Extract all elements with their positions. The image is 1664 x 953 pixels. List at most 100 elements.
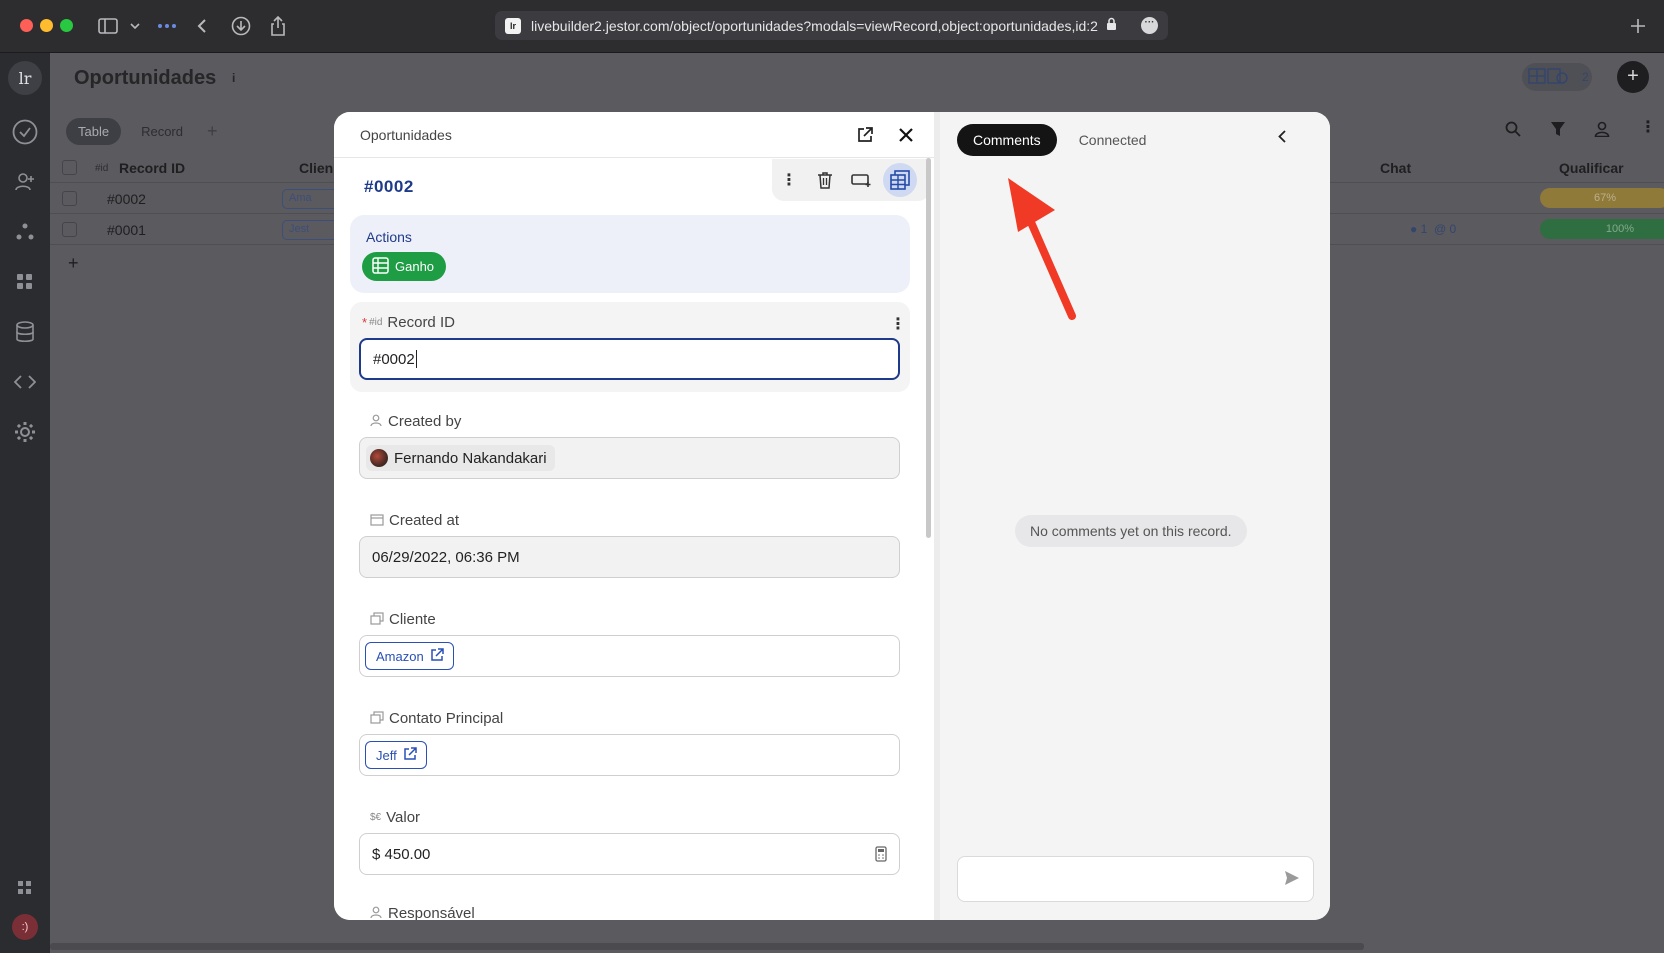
- url-text: livebuilder2.jestor.com/object/oportunid…: [531, 17, 1098, 34]
- more-options-icon[interactable]: ⋮: [1640, 117, 1656, 137]
- lock-icon: [1106, 17, 1117, 34]
- comment-input[interactable]: [957, 856, 1314, 902]
- row-progress-bar: 67%: [1540, 188, 1664, 208]
- text-caret: [415, 350, 417, 368]
- sidebar-toggle-icon[interactable]: [96, 13, 120, 39]
- views-selector[interactable]: 2: [1522, 63, 1592, 91]
- user-avatar[interactable]: :): [12, 914, 38, 940]
- tab-record[interactable]: Record: [129, 118, 195, 145]
- actions-label: Actions: [366, 229, 412, 245]
- cliente-link-chip[interactable]: Amazon: [365, 642, 454, 670]
- person-icon: [370, 906, 383, 921]
- trash-icon[interactable]: [812, 167, 838, 193]
- minimize-window-button[interactable]: [40, 19, 53, 32]
- calculator-icon[interactable]: [875, 846, 887, 866]
- add-row-icon[interactable]: +: [68, 253, 79, 274]
- back-icon[interactable]: [193, 13, 211, 39]
- row-progress-bar: 100%: [1540, 219, 1664, 239]
- record-scrollbar[interactable]: [926, 158, 931, 538]
- left-navigation-rail: lr :): [0, 53, 50, 953]
- send-icon[interactable]: [1284, 870, 1302, 888]
- site-favicon-icon: lr: [505, 18, 521, 34]
- row-record-id: #0002: [107, 191, 146, 207]
- row-record-id: #0001: [107, 222, 146, 238]
- add-record-button[interactable]: +: [1617, 61, 1649, 93]
- tab-group-icon[interactable]: [156, 13, 178, 39]
- record-id-heading: #0002: [364, 177, 414, 196]
- comments-panel: Comments Connected No comments yet on th…: [934, 112, 1330, 920]
- card-add-icon[interactable]: [849, 167, 875, 193]
- download-icon[interactable]: [230, 13, 252, 39]
- filter-icon[interactable]: [1550, 121, 1566, 142]
- created-at-field-label: Created at: [370, 512, 459, 529]
- close-window-button[interactable]: [20, 19, 33, 32]
- row-cliente-chip[interactable]: Ama: [282, 189, 342, 209]
- ganho-action-label: Ganho: [395, 259, 435, 274]
- search-icon[interactable]: [1505, 121, 1521, 142]
- column-header-record-id[interactable]: Record ID: [119, 160, 185, 176]
- column-header-qualificar[interactable]: Qualificar: [1559, 160, 1624, 176]
- page-menu-icon[interactable]: ···: [1141, 17, 1158, 34]
- apps-grid-icon[interactable]: [10, 267, 40, 297]
- responsavel-field-label: Responsável: [370, 905, 475, 920]
- tab-comments[interactable]: Comments: [957, 124, 1057, 156]
- database-icon[interactable]: [10, 317, 40, 347]
- horizontal-scrollbar[interactable]: [50, 943, 1364, 950]
- page-title: Oportunidades: [74, 67, 217, 89]
- cliente-field-label: Cliente: [370, 611, 436, 628]
- open-external-icon[interactable]: [854, 124, 876, 146]
- view-tabs: Table Record +: [66, 118, 218, 145]
- chevron-left-icon[interactable]: [1270, 124, 1294, 148]
- tab-connected[interactable]: Connected: [1063, 124, 1163, 156]
- contato-link-chip[interactable]: Jeff: [365, 741, 427, 769]
- person-icon[interactable]: [1594, 121, 1610, 142]
- address-bar[interactable]: lr livebuilder2.jestor.com/object/oportu…: [495, 11, 1168, 40]
- views-count: 2: [1582, 70, 1589, 84]
- table-view-icon: [1528, 67, 1568, 87]
- gear-icon[interactable]: [10, 417, 40, 447]
- row-checkbox[interactable]: [62, 191, 77, 206]
- tasks-check-icon[interactable]: [10, 117, 40, 147]
- open-external-icon: [430, 647, 444, 665]
- contato-field[interactable]: Jeff: [359, 734, 900, 776]
- cliente-field[interactable]: Amazon: [359, 635, 900, 677]
- code-icon[interactable]: [10, 367, 40, 397]
- tab-table[interactable]: Table: [66, 118, 122, 145]
- valor-input[interactable]: $ 450.00: [359, 833, 900, 875]
- close-icon[interactable]: [895, 124, 917, 146]
- side-panel-tabs: Comments Connected: [957, 124, 1162, 156]
- row-cliente-chip[interactable]: Jest: [282, 220, 342, 240]
- add-user-icon[interactable]: [10, 167, 40, 197]
- column-header-cliente[interactable]: Clien: [299, 160, 333, 176]
- currency-icon: $€: [370, 812, 382, 823]
- more-options-icon[interactable]: ⋮: [776, 167, 802, 193]
- chevron-down-icon[interactable]: [128, 13, 142, 39]
- table-icon: [372, 256, 389, 277]
- connection-icon: [370, 611, 384, 628]
- ganho-action-button[interactable]: Ganho: [362, 252, 447, 281]
- select-all-checkbox[interactable]: [62, 160, 77, 175]
- apps-menu-icon[interactable]: [10, 873, 40, 903]
- column-type-label: #id: [95, 163, 109, 174]
- maximize-window-button[interactable]: [60, 19, 73, 32]
- column-header-chat[interactable]: Chat: [1380, 160, 1411, 176]
- field-options-icon[interactable]: ⋮: [890, 314, 906, 334]
- field-type-label: #id: [369, 317, 383, 328]
- browser-toolbar: lr livebuilder2.jestor.com/object/oportu…: [0, 0, 1664, 53]
- record-id-input[interactable]: #0002: [359, 338, 900, 380]
- connection-icon: [370, 710, 384, 727]
- contato-field-label: Contato Principal: [370, 710, 503, 727]
- share-icon[interactable]: [268, 13, 288, 39]
- row-chat-count[interactable]: ● 1 @ 0: [1410, 222, 1456, 236]
- jestor-logo-icon[interactable]: lr: [8, 61, 42, 95]
- calendar-icon: [370, 513, 384, 529]
- user-chip[interactable]: Fernando Nakandakari: [366, 445, 555, 471]
- new-tab-icon[interactable]: [1628, 13, 1648, 39]
- record-header-title: Oportunidades: [360, 127, 452, 143]
- layout-table-icon[interactable]: [883, 163, 917, 197]
- integrations-icon[interactable]: [10, 217, 40, 247]
- add-view-icon[interactable]: +: [207, 121, 218, 142]
- row-checkbox[interactable]: [62, 222, 77, 237]
- info-icon[interactable]: i: [232, 71, 235, 85]
- record-header: Oportunidades: [334, 112, 934, 158]
